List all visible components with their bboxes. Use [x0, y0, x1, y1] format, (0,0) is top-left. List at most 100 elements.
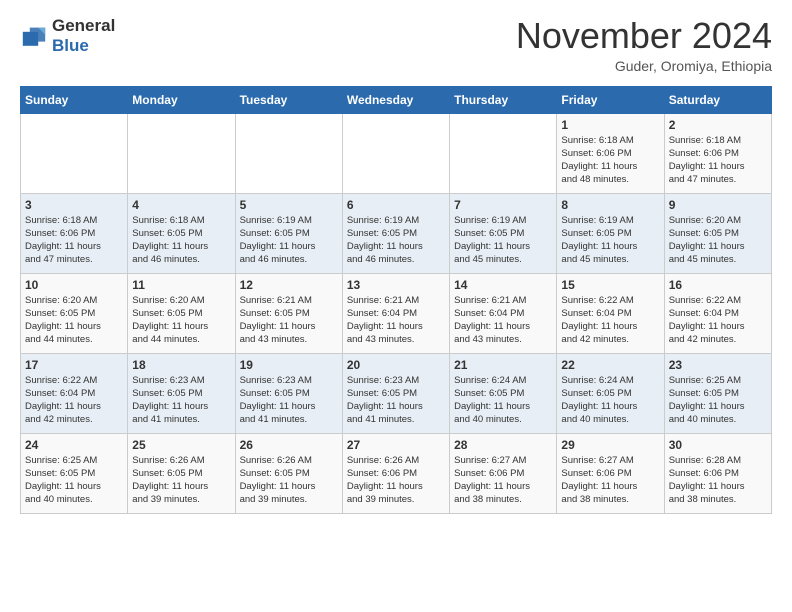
day-cell	[128, 113, 235, 193]
day-info: Sunrise: 6:20 AM Sunset: 6:05 PM Dayligh…	[25, 294, 123, 347]
day-cell: 22 Sunrise: 6:24 AM Sunset: 6:05 PM Dayli…	[557, 353, 664, 433]
day-info: Sunrise: 6:18 AM Sunset: 6:06 PM Dayligh…	[25, 214, 123, 267]
header-cell-saturday: Saturday	[664, 86, 771, 113]
day-number: 12	[240, 278, 338, 292]
day-info: Sunrise: 6:22 AM Sunset: 6:04 PM Dayligh…	[25, 374, 123, 427]
day-cell: 11Sunrise: 6:20 AM Sunset: 6:05 PM Dayli…	[128, 273, 235, 353]
logo-text: General Blue	[52, 16, 115, 55]
day-info: Sunrise: 6:22 AM Sunset: 6:04 PM Dayligh…	[561, 294, 659, 347]
header-cell-friday: Friday	[557, 86, 664, 113]
day-cell: 9 Sunrise: 6:20 AM Sunset: 6:05 PM Daylig…	[664, 193, 771, 273]
day-info: Sunrise: 6:25 AM Sunset: 6:05 PM Dayligh…	[25, 454, 123, 507]
day-info: Sunrise: 6:26 AM Sunset: 6:06 PM Dayligh…	[347, 454, 445, 507]
day-number: 14	[454, 278, 552, 292]
day-number: 11	[132, 278, 230, 292]
day-info: Sunrise: 6:24 AM Sunset: 6:05 PM Dayligh…	[454, 374, 552, 427]
day-number: 18	[132, 358, 230, 372]
day-info: Sunrise: 6:23 AM Sunset: 6:05 PM Dayligh…	[347, 374, 445, 427]
day-cell: 7 Sunrise: 6:19 AM Sunset: 6:05 PM Daylig…	[450, 193, 557, 273]
header-cell-monday: Monday	[128, 86, 235, 113]
day-number: 17	[25, 358, 123, 372]
day-info: Sunrise: 6:18 AM Sunset: 6:06 PM Dayligh…	[669, 134, 767, 187]
day-number: 28	[454, 438, 552, 452]
logo: General Blue	[20, 16, 115, 55]
day-cell: 15 Sunrise: 6:22 AM Sunset: 6:04 PM Dayli…	[557, 273, 664, 353]
day-info: Sunrise: 6:21 AM Sunset: 6:04 PM Dayligh…	[454, 294, 552, 347]
day-cell: 30Sunrise: 6:28 AM Sunset: 6:06 PM Dayli…	[664, 433, 771, 513]
week-row-4: 17 Sunrise: 6:22 AM Sunset: 6:04 PM Dayli…	[21, 353, 772, 433]
day-info: Sunrise: 6:21 AM Sunset: 6:05 PM Dayligh…	[240, 294, 338, 347]
day-number: 20	[347, 358, 445, 372]
day-cell: 16 Sunrise: 6:22 AM Sunset: 6:04 PM Dayli…	[664, 273, 771, 353]
day-number: 24	[25, 438, 123, 452]
day-cell: 2Sunrise: 6:18 AM Sunset: 6:06 PM Daylig…	[664, 113, 771, 193]
header-row: SundayMondayTuesdayWednesdayThursdayFrid…	[21, 86, 772, 113]
day-cell: 27Sunrise: 6:26 AM Sunset: 6:06 PM Dayli…	[342, 433, 449, 513]
day-info: Sunrise: 6:19 AM Sunset: 6:05 PM Dayligh…	[561, 214, 659, 267]
day-number: 10	[25, 278, 123, 292]
day-cell: 8 Sunrise: 6:19 AM Sunset: 6:05 PM Daylig…	[557, 193, 664, 273]
day-cell: 21Sunrise: 6:24 AM Sunset: 6:05 PM Dayli…	[450, 353, 557, 433]
day-info: Sunrise: 6:27 AM Sunset: 6:06 PM Dayligh…	[561, 454, 659, 507]
day-cell	[21, 113, 128, 193]
calendar-table: SundayMondayTuesdayWednesdayThursdayFrid…	[20, 86, 772, 514]
day-number: 25	[132, 438, 230, 452]
day-cell: 3Sunrise: 6:18 AM Sunset: 6:06 PM Daylig…	[21, 193, 128, 273]
day-cell: 20 Sunrise: 6:23 AM Sunset: 6:05 PM Dayli…	[342, 353, 449, 433]
day-number: 4	[132, 198, 230, 212]
day-info: Sunrise: 6:28 AM Sunset: 6:06 PM Dayligh…	[669, 454, 767, 507]
day-cell: 5Sunrise: 6:19 AM Sunset: 6:05 PM Daylig…	[235, 193, 342, 273]
day-number: 6	[347, 198, 445, 212]
day-info: Sunrise: 6:26 AM Sunset: 6:05 PM Dayligh…	[132, 454, 230, 507]
title-section: November 2024 Guder, Oromiya, Ethiopia	[516, 16, 772, 74]
header-cell-sunday: Sunday	[21, 86, 128, 113]
day-cell: 1Sunrise: 6:18 AM Sunset: 6:06 PM Daylig…	[557, 113, 664, 193]
day-number: 15	[561, 278, 659, 292]
day-info: Sunrise: 6:25 AM Sunset: 6:05 PM Dayligh…	[669, 374, 767, 427]
day-info: Sunrise: 6:24 AM Sunset: 6:05 PM Dayligh…	[561, 374, 659, 427]
day-cell	[450, 113, 557, 193]
day-cell: 23 Sunrise: 6:25 AM Sunset: 6:05 PM Dayli…	[664, 353, 771, 433]
day-cell	[342, 113, 449, 193]
day-cell: 28 Sunrise: 6:27 AM Sunset: 6:06 PM Dayli…	[450, 433, 557, 513]
day-number: 9	[669, 198, 767, 212]
page: General Blue November 2024 Guder, Oromiy…	[0, 0, 792, 534]
week-row-2: 3Sunrise: 6:18 AM Sunset: 6:06 PM Daylig…	[21, 193, 772, 273]
day-cell: 24 Sunrise: 6:25 AM Sunset: 6:05 PM Dayli…	[21, 433, 128, 513]
day-cell: 29 Sunrise: 6:27 AM Sunset: 6:06 PM Dayli…	[557, 433, 664, 513]
day-number: 7	[454, 198, 552, 212]
logo-icon	[20, 22, 48, 50]
day-info: Sunrise: 6:18 AM Sunset: 6:05 PM Dayligh…	[132, 214, 230, 267]
day-number: 19	[240, 358, 338, 372]
day-cell: 6Sunrise: 6:19 AM Sunset: 6:05 PM Daylig…	[342, 193, 449, 273]
day-info: Sunrise: 6:23 AM Sunset: 6:05 PM Dayligh…	[132, 374, 230, 427]
day-number: 22	[561, 358, 659, 372]
header-cell-tuesday: Tuesday	[235, 86, 342, 113]
day-info: Sunrise: 6:21 AM Sunset: 6:04 PM Dayligh…	[347, 294, 445, 347]
day-info: Sunrise: 6:18 AM Sunset: 6:06 PM Dayligh…	[561, 134, 659, 187]
day-info: Sunrise: 6:19 AM Sunset: 6:05 PM Dayligh…	[454, 214, 552, 267]
day-cell: 26 Sunrise: 6:26 AM Sunset: 6:05 PM Dayli…	[235, 433, 342, 513]
day-info: Sunrise: 6:20 AM Sunset: 6:05 PM Dayligh…	[669, 214, 767, 267]
day-info: Sunrise: 6:23 AM Sunset: 6:05 PM Dayligh…	[240, 374, 338, 427]
day-cell	[235, 113, 342, 193]
week-row-1: 1Sunrise: 6:18 AM Sunset: 6:06 PM Daylig…	[21, 113, 772, 193]
day-cell: 10 Sunrise: 6:20 AM Sunset: 6:05 PM Dayli…	[21, 273, 128, 353]
day-info: Sunrise: 6:22 AM Sunset: 6:04 PM Dayligh…	[669, 294, 767, 347]
day-number: 26	[240, 438, 338, 452]
day-number: 29	[561, 438, 659, 452]
day-cell: 18 Sunrise: 6:23 AM Sunset: 6:05 PM Dayli…	[128, 353, 235, 433]
logo-blue: Blue	[52, 36, 115, 56]
day-info: Sunrise: 6:27 AM Sunset: 6:06 PM Dayligh…	[454, 454, 552, 507]
month-title: November 2024	[516, 16, 772, 56]
location: Guder, Oromiya, Ethiopia	[516, 58, 772, 74]
header-cell-wednesday: Wednesday	[342, 86, 449, 113]
day-number: 8	[561, 198, 659, 212]
header-cell-thursday: Thursday	[450, 86, 557, 113]
day-number: 16	[669, 278, 767, 292]
day-cell: 14 Sunrise: 6:21 AM Sunset: 6:04 PM Dayli…	[450, 273, 557, 353]
day-cell: 17 Sunrise: 6:22 AM Sunset: 6:04 PM Dayli…	[21, 353, 128, 433]
week-row-3: 10 Sunrise: 6:20 AM Sunset: 6:05 PM Dayli…	[21, 273, 772, 353]
day-info: Sunrise: 6:26 AM Sunset: 6:05 PM Dayligh…	[240, 454, 338, 507]
day-number: 23	[669, 358, 767, 372]
